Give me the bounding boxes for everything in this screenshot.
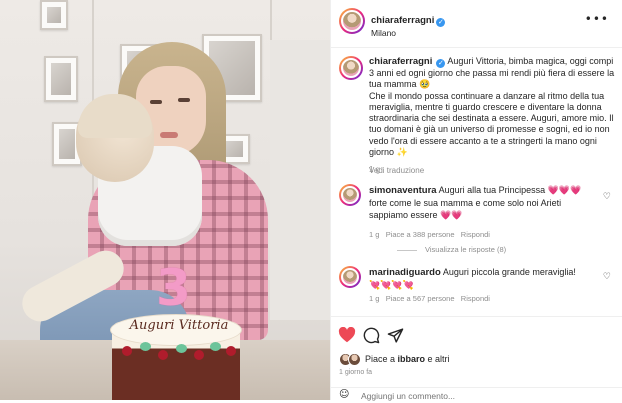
comment-age: 1 g: [369, 230, 380, 239]
post-side-panel: chiaraferragni ✓ Milano ••• chiaraferragn…: [330, 0, 622, 403]
post-location[interactable]: Milano: [371, 28, 445, 38]
share-icon[interactable]: [385, 325, 405, 345]
heart-icon[interactable]: ♡: [603, 272, 611, 282]
reply-button[interactable]: Rispondi: [461, 230, 490, 239]
comment-avatar[interactable]: [339, 184, 361, 206]
cake-writing: Auguri Vittoria: [129, 318, 229, 333]
comment-meta: 1 g Piace a 388 persone Rispondi: [369, 230, 490, 239]
mint-decoration: [176, 344, 187, 353]
verified-icon: ✓: [436, 59, 446, 68]
emoji-icon[interactable]: ☺: [339, 389, 349, 400]
berry-decoration: [158, 350, 168, 360]
mint-decoration: [210, 342, 221, 351]
liker-avatar: [348, 352, 361, 366]
comment-likes[interactable]: Piace a 567 persone: [386, 294, 455, 303]
likes-summary[interactable]: Piace a ibbaro e altri: [339, 351, 450, 367]
mint-decoration: [140, 342, 151, 351]
see-translation-link[interactable]: Vedi traduzione: [369, 166, 424, 175]
post-actions: Piace a ibbaro e altri 1 giorno fa ☺: [331, 316, 622, 403]
verified-icon: ✓: [436, 18, 446, 27]
author-username[interactable]: chiaraferragni: [371, 15, 434, 26]
comment-likes[interactable]: Piace a 388 persone: [386, 230, 455, 239]
berry-decoration: [194, 350, 204, 360]
comment-icon[interactable]: [361, 325, 381, 345]
replies-divider: [397, 249, 417, 251]
liked-by-user[interactable]: ibbaro: [398, 354, 426, 364]
caption-username[interactable]: chiaraferragni: [369, 56, 432, 67]
wall-photo-frame: [40, 0, 68, 30]
heart-icon[interactable]: [337, 325, 357, 345]
view-replies-label: Visualizza le risposte (8): [425, 245, 507, 254]
more-options-icon[interactable]: •••: [585, 12, 609, 26]
post-timestamp: 1 giorno fa: [339, 369, 373, 376]
comment-text: simonaventura Auguri alla tua Principess…: [369, 184, 587, 221]
caption-paragraph: Che il mondo possa continuare a danzare …: [369, 90, 614, 158]
likes-suffix: e altri: [425, 354, 450, 364]
comment-text: marinadiguardo Auguri piccola grande mer…: [369, 266, 587, 291]
author-avatar[interactable]: [339, 8, 365, 34]
comment-username[interactable]: marinadiguardo: [369, 267, 441, 278]
post-photo[interactable]: Auguri Vittoria 3: [0, 0, 330, 400]
comment-age: 1 g: [369, 294, 380, 303]
mother-lips: [160, 132, 178, 138]
berry-decoration: [226, 346, 236, 356]
author-info: chiaraferragni ✓ Milano: [371, 10, 446, 38]
comment-username[interactable]: simonaventura: [369, 185, 437, 196]
reply-button[interactable]: Rispondi: [461, 294, 490, 303]
view-replies-button[interactable]: Visualizza le risposte (8): [397, 245, 506, 254]
comment-avatar[interactable]: [339, 266, 361, 288]
wall-photo-frame: [44, 56, 78, 102]
add-comment-bar: ☺: [331, 387, 622, 403]
post-header: chiaraferragni ✓ Milano •••: [331, 0, 622, 48]
mother-eye: [178, 98, 190, 102]
number-candle: 3: [156, 259, 191, 317]
comment-meta: 1 g Piace a 567 persone Rispondi: [369, 294, 490, 303]
comments-section[interactable]: chiaraferragni ✓ Auguri Vittoria, bimba m…: [331, 48, 622, 316]
heart-icon[interactable]: ♡: [603, 192, 611, 202]
mother-eye: [150, 100, 162, 104]
likes-prefix: Piace a: [365, 354, 398, 364]
background-door: [270, 40, 330, 320]
caption-avatar[interactable]: [339, 56, 363, 80]
berry-decoration: [122, 346, 132, 356]
post-caption: chiaraferragni ✓ Auguri Vittoria, bimba m…: [369, 56, 617, 176]
comment-input[interactable]: [359, 390, 579, 402]
